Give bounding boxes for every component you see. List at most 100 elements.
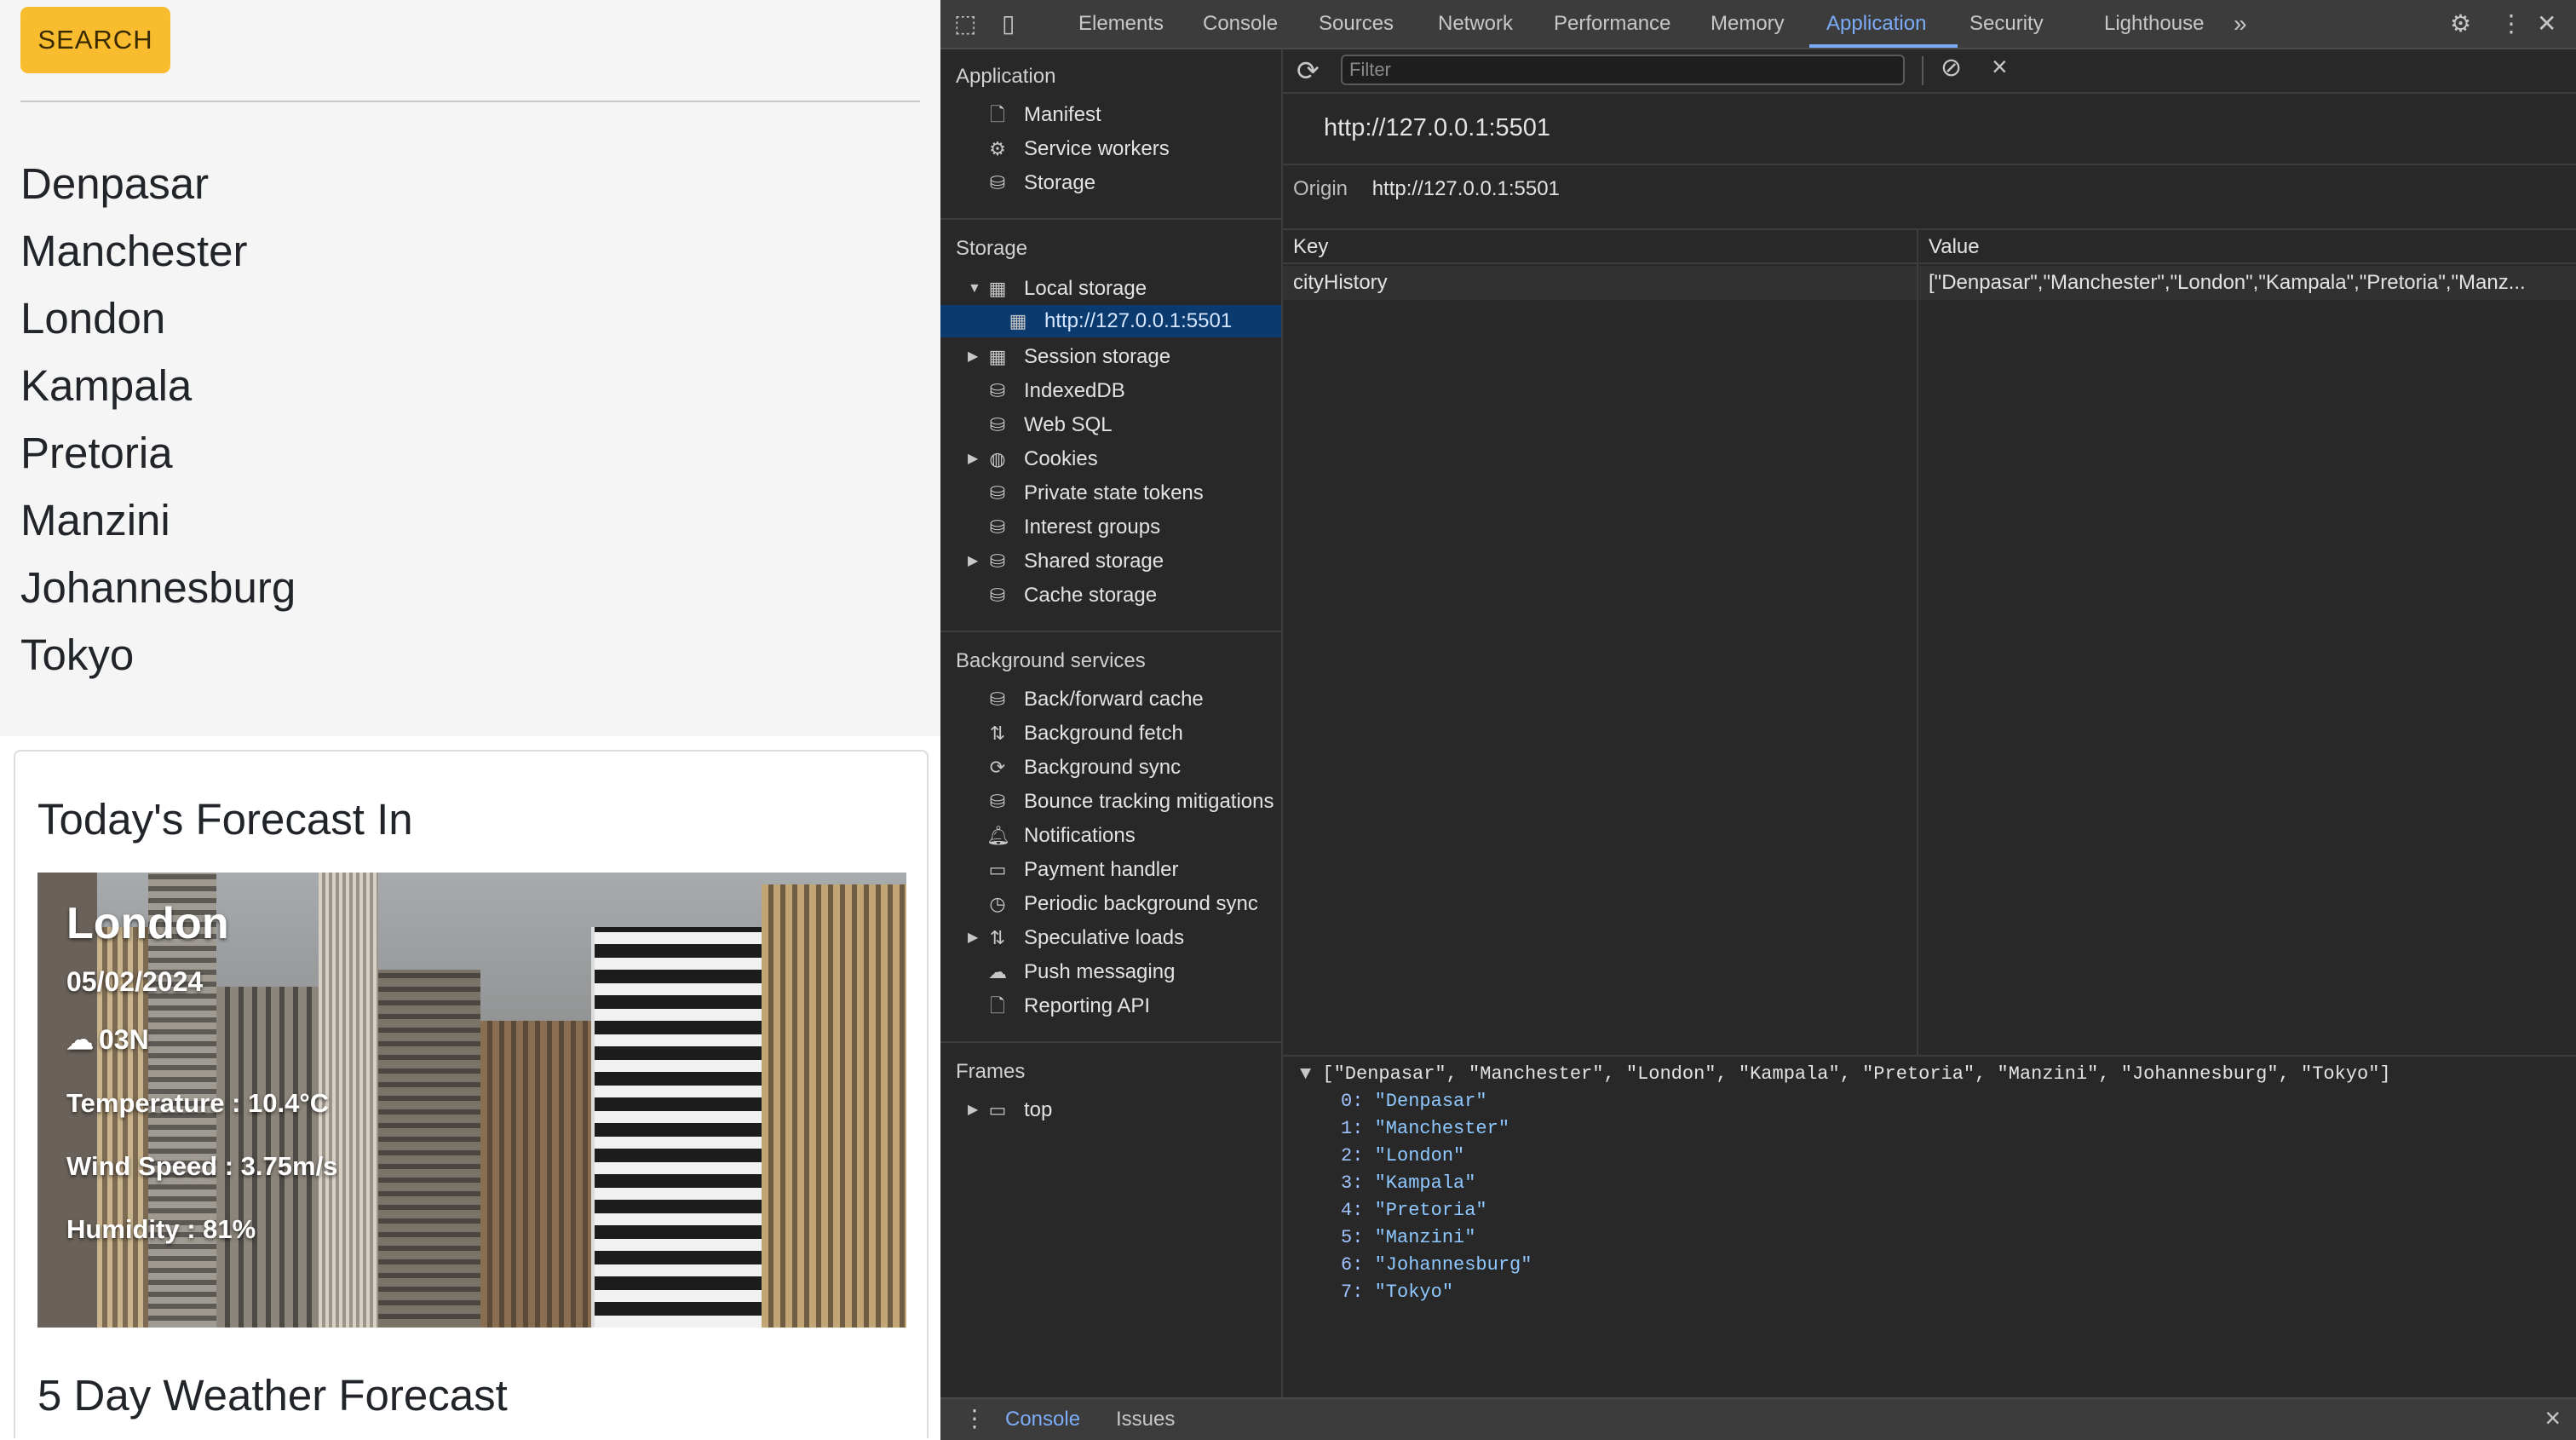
tab-performance[interactable]: Performance [1554, 0, 1670, 48]
sidebar-item-label: Back/forward cache [1024, 688, 1204, 711]
city-history-item[interactable]: Tokyo [20, 621, 296, 688]
sidebar-item-local-storage[interactable]: ▼ ▦ Local storage [940, 273, 1281, 305]
more-tabs-chevron-icon[interactable]: » [2234, 0, 2247, 48]
city-history-item[interactable]: Manchester [20, 217, 296, 285]
sidebar-item-session-storage[interactable]: ▶ ▦ Session storage [940, 341, 1281, 373]
sidebar-item-reporting-api[interactable]: 🗋 Reporting API [940, 990, 1281, 1022]
clear-all-icon[interactable]: ⊘ [1941, 53, 1962, 83]
section-divider [940, 218, 1281, 220]
section-divider [940, 631, 1281, 632]
tab-sources[interactable]: Sources [1319, 0, 1394, 48]
city-history-item[interactable]: London [20, 285, 296, 352]
tab-memory[interactable]: Memory [1711, 0, 1785, 48]
weather-overlay: London 05/02/2024 ☁ 03N Temperature : 10… [66, 898, 337, 1245]
preview-item: 6: "Johannesburg" [1341, 1254, 1532, 1276]
tab-network[interactable]: Network [1438, 0, 1513, 48]
cell-value[interactable]: ["Denpasar","Manchester","London","Kampa… [1929, 266, 2559, 300]
close-drawer-icon[interactable]: × [2544, 1403, 2561, 1434]
value-preview: ▼ ["Denpasar", "Manchester", "London", "… [1283, 1055, 2576, 1397]
sidebar-item-web-sql[interactable]: ⛁ Web SQL [940, 409, 1281, 441]
preview-item-value: "Manzini" [1374, 1227, 1476, 1248]
sidebar-item-payment-handler[interactable]: ▭ Payment handler [940, 854, 1281, 886]
sidebar-item-bounce-tracking[interactable]: ⛁ Bounce tracking mitigations [940, 786, 1281, 818]
sidebar-item-cache-storage[interactable]: ⛁ Cache storage [940, 579, 1281, 612]
sidebar-item-service-workers[interactable]: ⚙ Service workers [940, 133, 1281, 165]
column-divider[interactable] [1917, 230, 1918, 1057]
sidebar-item-periodic-background-sync[interactable]: ◷ Periodic background sync [940, 888, 1281, 920]
collapsed-triangle-icon[interactable]: ▶ [968, 443, 978, 475]
sidebar-item-private-state-tokens[interactable]: ⛁ Private state tokens [940, 477, 1281, 510]
collapsed-triangle-icon[interactable]: ▶ [968, 922, 978, 954]
close-devtools-icon[interactable]: ✕ [2537, 0, 2556, 48]
preview-item-value: "Kampala" [1374, 1172, 1476, 1194]
city-history-item[interactable]: Denpasar [20, 150, 296, 217]
inspect-element-icon[interactable]: ⬚ [954, 0, 976, 48]
collapsed-triangle-icon[interactable]: ▶ [968, 1094, 978, 1126]
partly-cloudy-night-icon: ☁ [66, 1024, 94, 1055]
local-storage-view: ⟳ ⊘ × http://127.0.0.1:5501 Origin http:… [1283, 49, 2576, 1397]
sidebar-item-back-forward-cache[interactable]: ⛁ Back/forward cache [940, 683, 1281, 716]
drawer-tab-issues[interactable]: Issues [1116, 1408, 1175, 1431]
sidebar-item-background-sync[interactable]: ⟳ Background sync [940, 752, 1281, 784]
sidebar-item-label: Notifications [1024, 824, 1136, 847]
collapsed-triangle-icon[interactable]: ▶ [968, 341, 978, 373]
device-toolbar-icon[interactable]: ▯ [1002, 0, 1015, 48]
collapsed-triangle-icon[interactable]: ▶ [968, 545, 978, 578]
table-row[interactable]: cityHistory ["Denpasar","Manchester","Lo… [1283, 266, 2576, 300]
expand-triangle-icon[interactable]: ▼ [1300, 1063, 1311, 1085]
sidebar-item-label: Background sync [1024, 756, 1182, 779]
filter-input[interactable] [1341, 55, 1905, 85]
sidebar-item-frame-top[interactable]: ▶ ▭ top [940, 1094, 1281, 1126]
more-options-icon[interactable]: ⋮ [2499, 0, 2523, 48]
refresh-icon[interactable]: ⟳ [1297, 55, 1320, 87]
sidebar-item-label: Session storage [1024, 345, 1171, 368]
preview-item: 1: "Manchester" [1341, 1118, 1510, 1139]
forecast-card: Today's Forecast In London 05/02/2024 ☁ … [14, 750, 929, 1438]
tab-lighthouse[interactable]: Lighthouse [2104, 0, 2204, 48]
city-history-item[interactable]: Manzini [20, 487, 296, 554]
sidebar-item-push-messaging[interactable]: ☁ Push messaging [940, 956, 1281, 988]
city-history-item[interactable]: Pretoria [20, 419, 296, 487]
preview-item: 0: "Denpasar" [1341, 1091, 1487, 1112]
city-history-item[interactable]: Kampala [20, 352, 296, 419]
tab-application[interactable]: Application [1826, 0, 1926, 48]
document-icon: 🗋 [990, 104, 1005, 125]
sidebar-item-label: http://127.0.0.1:5501 [1044, 309, 1233, 332]
drawer-tab-console[interactable]: Console [1005, 1408, 1080, 1431]
delete-selected-icon[interactable]: × [1992, 51, 2008, 83]
preview-summary[interactable]: ▼ ["Denpasar", "Manchester", "London", "… [1300, 1063, 2391, 1085]
column-header-key[interactable]: Key [1283, 230, 1917, 264]
drawer-menu-icon[interactable]: ⋮ [963, 1404, 986, 1432]
sidebar-item-interest-groups[interactable]: ⛁ Interest groups [940, 511, 1281, 544]
origin-row: Origin http://127.0.0.1:5501 [1293, 177, 1560, 201]
sidebar-item-cookies[interactable]: ▶ ◍ Cookies [940, 443, 1281, 475]
preview-item-value: "Denpasar" [1374, 1091, 1487, 1112]
sidebar-item-notifications[interactable]: 🔔︎ Notifications [940, 820, 1281, 852]
sidebar-item-speculative-loads[interactable]: ▶ ⇅ Speculative loads [940, 922, 1281, 954]
preview-item-value: "Johannesburg" [1374, 1254, 1532, 1276]
sidebar-item-local-storage-origin[interactable]: ▦ http://127.0.0.1:5501 [940, 305, 1281, 337]
sidebar-item-indexeddb[interactable]: ⛁ IndexedDB [940, 375, 1281, 407]
sidebar-item-storage[interactable]: ⛁ Storage [940, 167, 1281, 199]
tab-elements[interactable]: Elements [1078, 0, 1164, 48]
preview-item-value: "Tokyo" [1374, 1282, 1454, 1303]
preview-item: 3: "Kampala" [1341, 1172, 1476, 1194]
column-header-value[interactable]: Value [1918, 230, 2576, 264]
preview-item: 2: "London" [1341, 1145, 1465, 1166]
tab-console[interactable]: Console [1203, 0, 1278, 48]
expanded-triangle-icon[interactable]: ▼ [968, 273, 981, 305]
sidebar-item-shared-storage[interactable]: ▶ ⛁ Shared storage [940, 545, 1281, 578]
city-history-item[interactable]: Johannesburg [20, 554, 296, 621]
tab-security[interactable]: Security [1969, 0, 2044, 48]
sidebar-item-label: Private state tokens [1024, 481, 1204, 504]
cell-key[interactable]: cityHistory [1293, 266, 1906, 300]
weather-icon-row: ☁ 03N [66, 1023, 337, 1056]
sidebar-item-manifest[interactable]: 🗋 Manifest [940, 99, 1281, 131]
preview-item-value: "Pretoria" [1374, 1200, 1487, 1221]
city-history-list: Denpasar Manchester London Kampala Preto… [20, 150, 296, 688]
sidebar-item-label: Reporting API [1024, 994, 1151, 1017]
web-page: SEARCH Denpasar Manchester London Kampal… [0, 0, 940, 1438]
settings-gear-icon[interactable]: ⚙ [2450, 0, 2471, 48]
sidebar-item-background-fetch[interactable]: ⇅ Background fetch [940, 717, 1281, 750]
search-button[interactable]: SEARCH [20, 7, 170, 73]
